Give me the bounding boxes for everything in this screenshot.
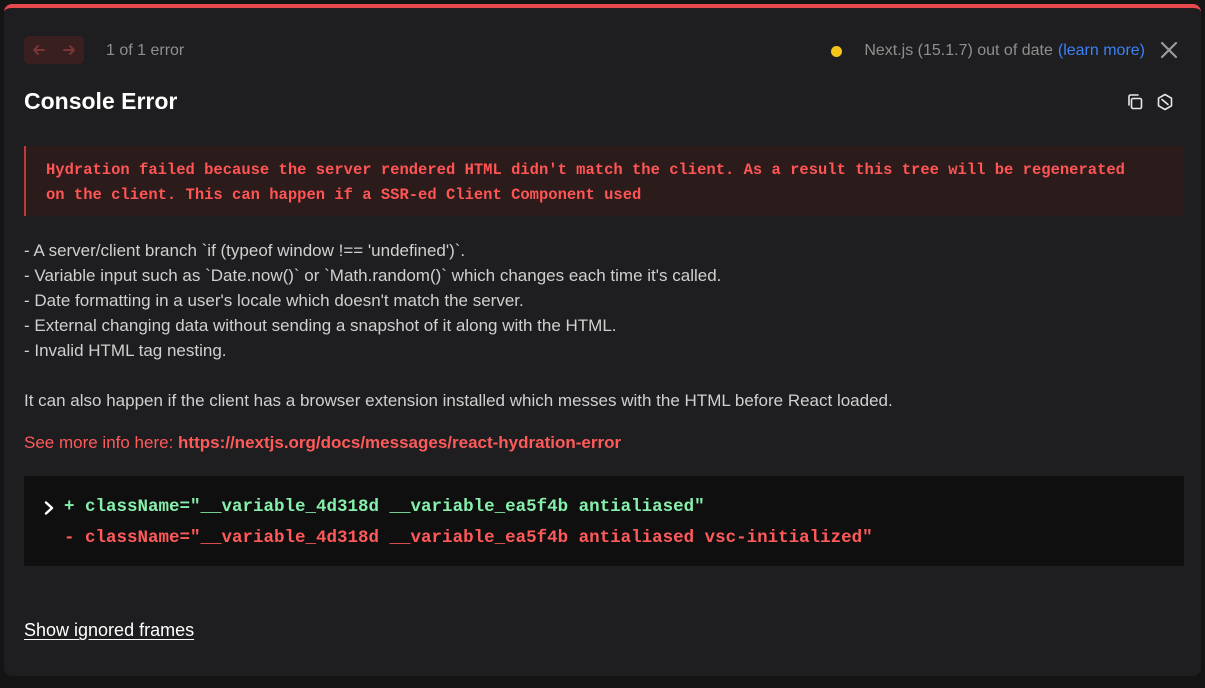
error-message-line: Hydration failed because the server rend… — [46, 161, 1125, 179]
more-info-link[interactable]: https://nextjs.org/docs/messages/react-h… — [178, 433, 621, 452]
cause-item: - Variable input such as `Date.now()` or… — [24, 266, 722, 285]
title-actions — [1125, 92, 1175, 112]
diff-removed-text: - className="__variable_4d318d __variabl… — [64, 528, 873, 548]
more-info: See more info here: https://nextjs.org/d… — [24, 433, 621, 453]
cause-item: - Invalid HTML tag nesting. — [24, 341, 227, 360]
hydration-diff: + className="__variable_4d318d __variabl… — [24, 476, 1184, 566]
outdated-status-dot — [831, 45, 843, 57]
extension-note: It can also happen if the client has a b… — [24, 391, 893, 410]
version-text: Next.js (15.1.7) out of date — [864, 42, 1053, 59]
chevron-right-icon — [44, 500, 64, 515]
arrow-left-icon — [33, 45, 45, 55]
more-info-label: See more info here: — [24, 433, 179, 452]
cause-item: - Date formatting in a user's locale whi… — [24, 291, 524, 310]
diff-line-removed: - className="__variable_4d318d __variabl… — [44, 523, 1164, 554]
copy-icon — [1128, 94, 1143, 110]
error-message-box: Hydration failed because the server rend… — [24, 146, 1184, 216]
cause-item: - External changing data without sending… — [24, 316, 617, 335]
dialog-header: 1 of 1 error Next.js (15.1.7) out of dat… — [24, 32, 1181, 68]
version-status: Next.js (15.1.7) out of date (learn more… — [831, 42, 1145, 60]
page-title: Console Error — [24, 88, 178, 114]
error-message-line: on the client. This can happen if a SSR-… — [46, 186, 642, 204]
learn-more-link[interactable]: (learn more) — [1058, 42, 1145, 60]
error-overlay-dialog: 1 of 1 error Next.js (15.1.7) out of dat… — [4, 4, 1201, 676]
show-ignored-frames-button[interactable]: Show ignored frames — [24, 620, 194, 641]
error-description: - A server/client branch `if (typeof win… — [24, 238, 1184, 413]
close-button[interactable] — [1157, 38, 1181, 62]
cause-item: - A server/client branch `if (typeof win… — [24, 241, 466, 260]
previous-error-button[interactable] — [24, 36, 54, 64]
arrow-right-icon — [63, 45, 75, 55]
close-icon — [1160, 41, 1178, 59]
diff-line-added[interactable]: + className="__variable_4d318d __variabl… — [44, 492, 1164, 523]
copy-button[interactable] — [1125, 92, 1145, 112]
diff-added-text: + className="__variable_4d318d __variabl… — [64, 497, 705, 517]
hexagon-icon — [1157, 93, 1173, 111]
docs-button[interactable] — [1155, 92, 1175, 112]
error-pagination — [24, 36, 84, 64]
next-error-button[interactable] — [54, 36, 84, 64]
error-count: 1 of 1 error — [106, 42, 185, 59]
